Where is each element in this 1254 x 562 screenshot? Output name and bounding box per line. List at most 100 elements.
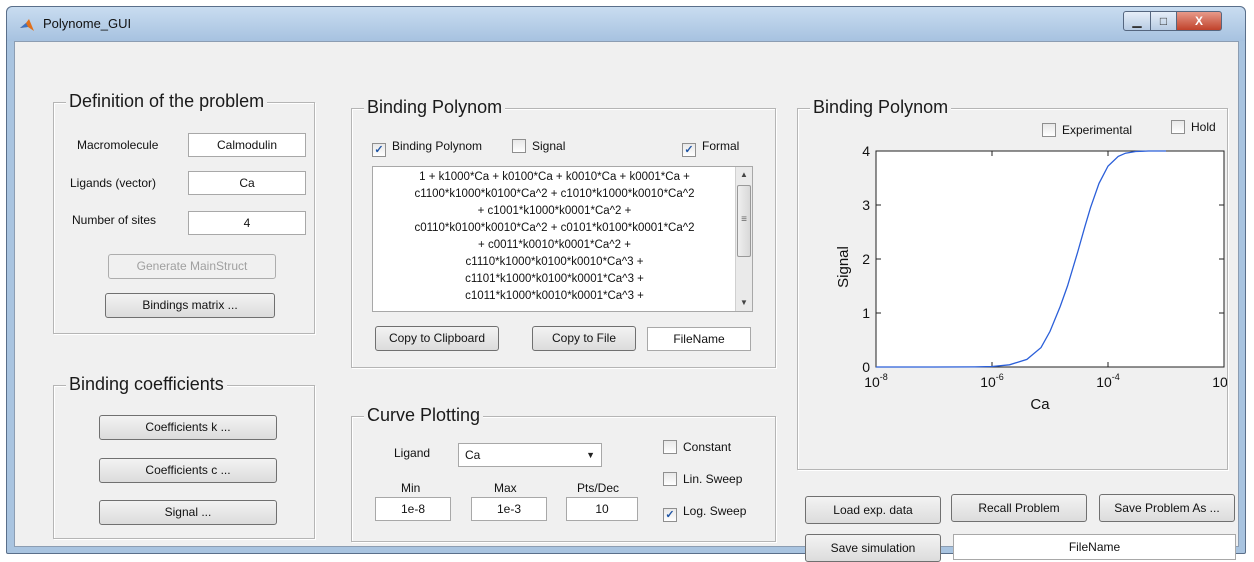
- experimental-checkbox-label: Experimental: [1062, 123, 1133, 137]
- lin-sweep-check-icon: [663, 472, 677, 486]
- polynom-filename-field[interactable]: FileName: [647, 327, 751, 351]
- title-bar[interactable]: Polynome_GUI ▁ □ X: [7, 7, 1245, 41]
- maximize-button[interactable]: □: [1150, 11, 1177, 31]
- copy-to-clipboard-button[interactable]: Copy to Clipboard: [375, 326, 499, 351]
- formal-checkbox[interactable]: ✓ Formal: [682, 138, 739, 157]
- definition-panel: Definition of the problem Macromolecule …: [53, 91, 315, 334]
- polynom-line: 1 + k1000*Ca + k0100*Ca + k0010*Ca + k00…: [419, 171, 690, 183]
- signal-button[interactable]: Signal ...: [99, 500, 277, 525]
- formal-checkbox-label: Formal: [702, 139, 740, 153]
- ligand-label: Ligand: [394, 446, 431, 460]
- recall-problem-button[interactable]: Recall Problem: [951, 494, 1087, 522]
- macromolecule-label: Macromolecule: [77, 138, 159, 152]
- constant-checkbox-label: Constant: [683, 440, 732, 454]
- x-tick-mantissa: 10: [1096, 374, 1112, 390]
- ligands-field[interactable]: Ca: [188, 171, 306, 195]
- signal-chart[interactable]: 0123410-810-610-410-2CaSignal: [798, 139, 1227, 469]
- constant-checkbox[interactable]: Constant: [663, 439, 731, 455]
- x-tick-label: 10-8: [864, 372, 888, 390]
- experimental-checkbox[interactable]: Experimental: [1042, 122, 1132, 138]
- curve-plotting-panel: Curve Plotting Ligand Ca ▼ Min Max Pts/D…: [351, 405, 776, 542]
- plot-panel-title: Binding Polynom: [810, 97, 952, 118]
- scroll-thumb[interactable]: ≡: [737, 185, 751, 257]
- scroll-down-icon[interactable]: ▼: [736, 295, 752, 311]
- polynom-scrollbar[interactable]: ▲ ≡ ▼: [735, 167, 752, 311]
- x-tick-exponent: -6: [996, 372, 1004, 382]
- pts-dec-field[interactable]: 10: [566, 497, 638, 521]
- experimental-check-icon: [1042, 123, 1056, 137]
- binding-polynom-panel-title: Binding Polynom: [364, 97, 506, 118]
- x-tick-label: 10-2: [1212, 372, 1227, 390]
- polynom-text-area[interactable]: 1 + k1000*Ca + k0100*Ca + k0010*Ca + k00…: [372, 166, 753, 312]
- plot-panel: Binding Polynom Experimental Hold 0 1 2 3 4 1…: [797, 97, 1228, 470]
- max-label: Max: [494, 481, 517, 495]
- hold-checkbox-label: Hold: [1191, 120, 1216, 134]
- polynom-lines: 1 + k1000*Ca + k0100*Ca + k0010*Ca + k00…: [373, 169, 736, 305]
- coefficients-k-button[interactable]: Coefficients k ...: [99, 415, 277, 440]
- log-sweep-check-icon: ✓: [663, 508, 677, 522]
- binding-polynom-panel: Binding Polynom ✓ Binding Polynom Signal …: [351, 97, 776, 368]
- min-field[interactable]: 1e-8: [375, 497, 451, 521]
- minimize-button[interactable]: ▁: [1123, 11, 1151, 31]
- generate-mainstruct-button[interactable]: Generate MainStruct: [108, 254, 276, 279]
- x-tick-mantissa: 10: [1212, 374, 1227, 390]
- ligands-label: Ligands (vector): [70, 176, 157, 190]
- definition-panel-title: Definition of the problem: [66, 91, 268, 112]
- x-tick-label: 10-6: [980, 372, 1004, 390]
- polynom-line: c0110*k0100*k0010*Ca^2 + c0101*k0100*k00…: [414, 222, 695, 234]
- x-tick-mantissa: 10: [980, 374, 996, 390]
- ligand-select-value: Ca: [465, 448, 481, 462]
- simulation-filename-field[interactable]: FileName: [953, 534, 1236, 560]
- y-tick-label: 2: [862, 251, 870, 267]
- y-tick-label: 3: [862, 197, 870, 213]
- ligand-select[interactable]: Ca ▼: [458, 443, 602, 467]
- signal-check-icon: [512, 139, 526, 153]
- polynom-line: + c0011*k0010*k0001*Ca^2 +: [478, 239, 631, 251]
- copy-to-file-button[interactable]: Copy to File: [532, 326, 636, 351]
- save-problem-as-button[interactable]: Save Problem As ...: [1099, 494, 1235, 522]
- matlab-logo-icon: [20, 19, 34, 31]
- app-window: Polynome_GUI ▁ □ X Definition of the pro…: [6, 6, 1246, 562]
- signal-checkbox[interactable]: Signal: [512, 138, 565, 154]
- signal-checkbox-label: Signal: [532, 139, 566, 153]
- hold-checkbox[interactable]: Hold: [1171, 119, 1216, 135]
- window-title: Polynome_GUI: [43, 16, 132, 31]
- polynom-line: c1110*k1000*k0100*k0010*Ca^3 +: [465, 256, 644, 268]
- y-tick-label: 0: [862, 359, 870, 375]
- load-exp-data-button[interactable]: Load exp. data: [805, 496, 941, 524]
- curve-plotting-panel-title: Curve Plotting: [364, 405, 484, 426]
- macromolecule-field[interactable]: Calmodulin: [188, 133, 306, 157]
- constant-check-icon: [663, 440, 677, 454]
- client-area: Definition of the problem Macromolecule …: [14, 41, 1239, 562]
- hold-check-icon: [1171, 120, 1185, 134]
- binding-polynom-checkbox[interactable]: ✓ Binding Polynom: [372, 138, 482, 157]
- x-tick-exponent: -4: [1112, 372, 1120, 382]
- sites-field[interactable]: 4: [188, 211, 306, 235]
- sites-label: Number of sites: [72, 213, 157, 227]
- y-tick-label: 4: [862, 143, 870, 159]
- max-field[interactable]: 1e-3: [471, 497, 547, 521]
- min-label: Min: [401, 481, 421, 495]
- chevron-down-icon[interactable]: ▼: [586, 444, 595, 466]
- log-sweep-checkbox-label: Log. Sweep: [683, 504, 747, 518]
- coefficients-c-button[interactable]: Coefficients c ...: [99, 458, 277, 483]
- bindings-matrix-button[interactable]: Bindings matrix ...: [105, 293, 275, 318]
- save-simulation-button[interactable]: Save simulation: [805, 534, 941, 562]
- polynom-line: c1011*k1000*k0010*k0001*Ca^3 +: [465, 290, 644, 302]
- lin-sweep-checkbox[interactable]: Lin. Sweep: [663, 471, 742, 487]
- scroll-up-icon[interactable]: ▲: [736, 167, 752, 183]
- polynom-line: c1100*k1000*k0100*Ca^2 + c1010*k1000*k00…: [414, 188, 695, 200]
- coefficients-panel: Binding coefficients Coefficients k ... …: [53, 374, 315, 539]
- y-tick-label: 1: [862, 305, 870, 321]
- plot-area: [875, 150, 1225, 368]
- close-button[interactable]: X: [1176, 11, 1222, 31]
- x-tick-label: 10-4: [1096, 372, 1120, 390]
- polynom-line: c1101*k1000*k0100*k0001*Ca^3 +: [465, 273, 644, 285]
- binding-polynom-check-icon: ✓: [372, 143, 386, 157]
- log-sweep-checkbox[interactable]: ✓ Log. Sweep: [663, 503, 746, 522]
- x-tick-mantissa: 10: [864, 374, 880, 390]
- pts-dec-label: Pts/Dec: [577, 481, 620, 495]
- x-axis-label: Ca: [1030, 396, 1050, 413]
- y-axis-label: Signal: [835, 246, 852, 288]
- lin-sweep-checkbox-label: Lin. Sweep: [683, 472, 743, 486]
